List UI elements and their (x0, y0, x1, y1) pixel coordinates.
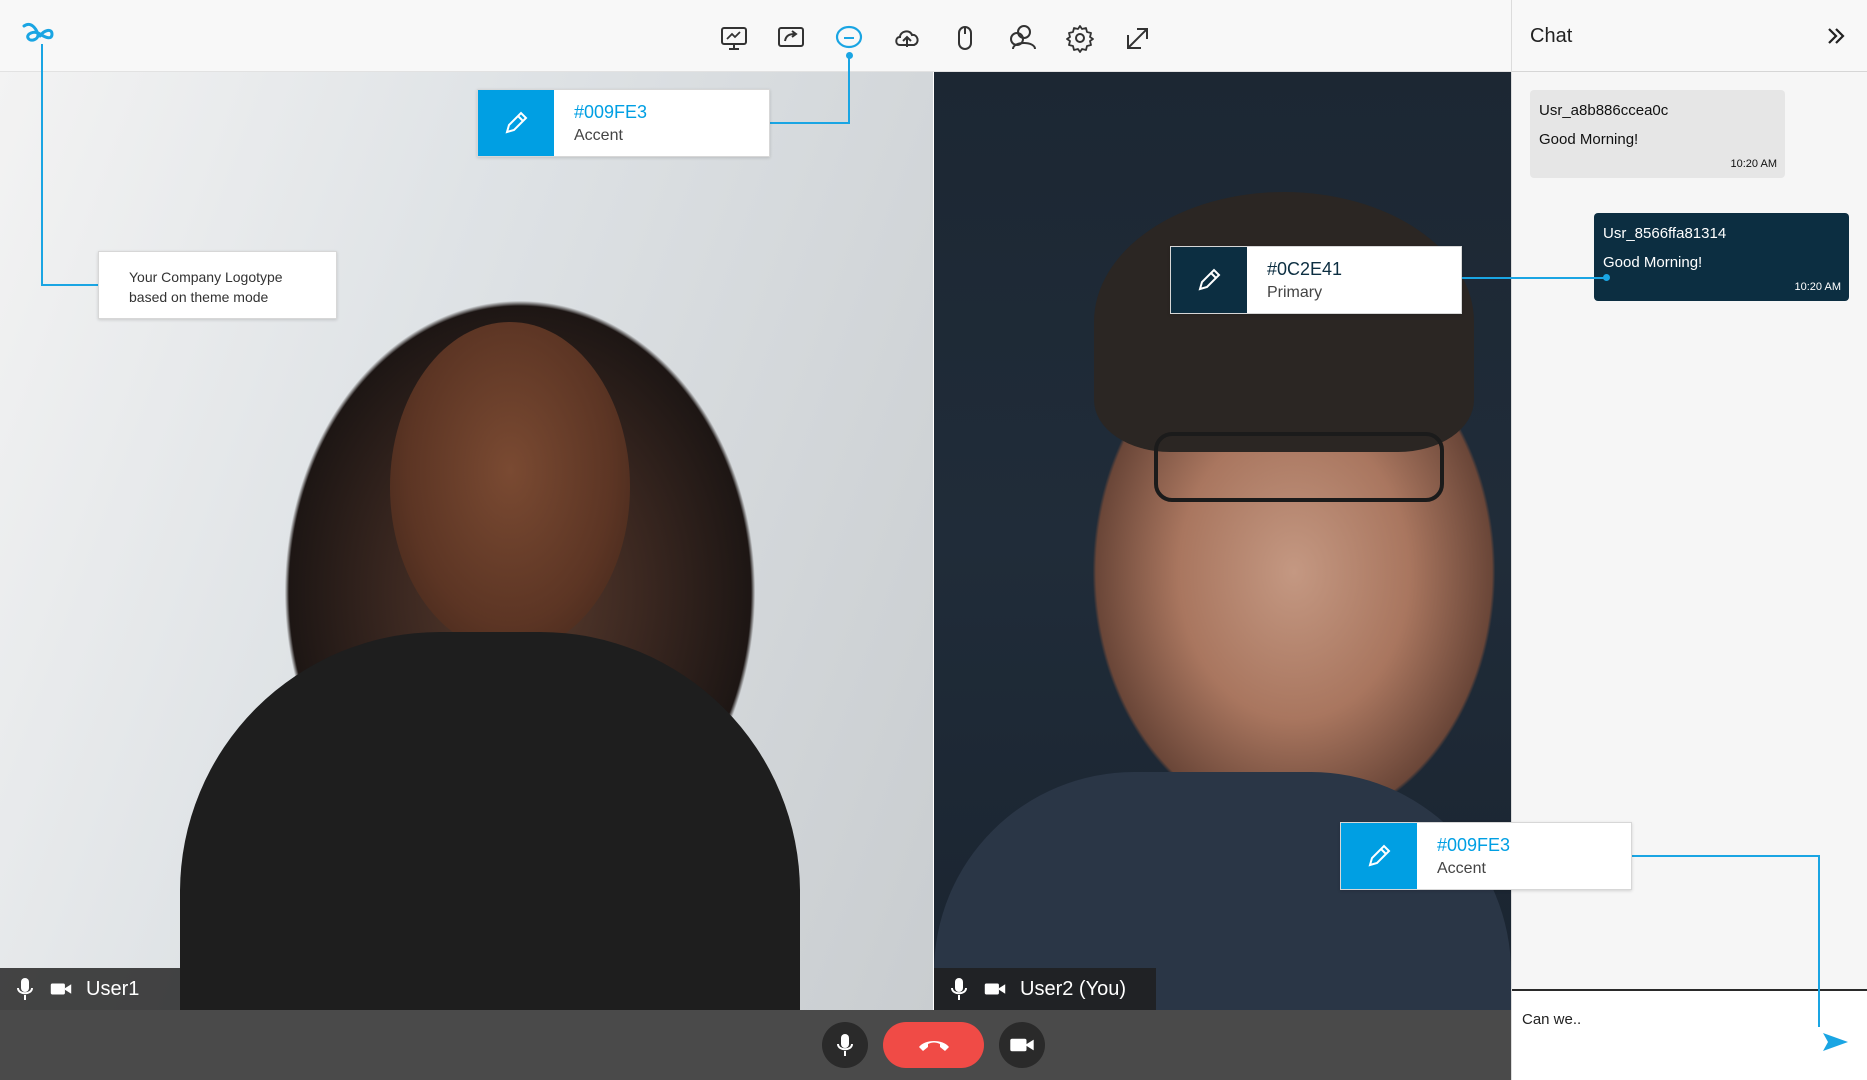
participant-hair (1094, 192, 1474, 452)
primary-color-callout: #0C2E41 Primary (1170, 246, 1462, 314)
message-sender: Usr_8566ffa81314 (1603, 225, 1727, 242)
cloud-upload-icon[interactable] (891, 22, 923, 54)
chat-message-input[interactable] (1522, 1005, 1802, 1033)
pencil-icon (1198, 268, 1221, 291)
nametag-user1: User1 (0, 968, 220, 1010)
chat-message-outgoing: Usr_8566ffa81314 Good Morning! 10:20 AM (1594, 213, 1849, 301)
call-control-bar (0, 1010, 1511, 1080)
microphone-icon[interactable] (14, 976, 36, 1002)
chat-panel: Chat Usr_a8b886ccea0c Good Morning! 10:2… (1511, 0, 1867, 1080)
annotation-dot (846, 52, 853, 59)
screen-share-icon[interactable] (775, 22, 807, 54)
chat-composer (1512, 989, 1867, 1080)
logo-annotation-note: Your Company Logotype based on theme mod… (98, 251, 337, 319)
camera-icon (1010, 1038, 1034, 1052)
send-icon[interactable] (1820, 1027, 1850, 1057)
app-root: User1 User2 (You) Chat Usr_a8b886ccea0c … (0, 0, 1867, 1080)
color-role: Accent (1437, 860, 1486, 877)
collapse-chat-icon[interactable] (1824, 24, 1848, 48)
callout-text: #009FE3 Accent (554, 90, 647, 156)
toggle-microphone-button[interactable] (822, 1022, 868, 1068)
chat-header: Chat (1512, 0, 1867, 72)
color-role: Accent (574, 127, 623, 144)
settings-icon[interactable] (1064, 22, 1096, 54)
message-time: 10:20 AM (1730, 158, 1777, 170)
pencil-icon (505, 111, 528, 134)
toggle-camera-button[interactable] (999, 1022, 1045, 1068)
edit-color-button[interactable] (1171, 247, 1247, 313)
annotation-line (1461, 277, 1607, 279)
expand-icon[interactable] (1122, 22, 1154, 54)
annotation-line (1818, 855, 1820, 1027)
chat-title: Chat (1530, 25, 1573, 47)
message-text: Good Morning! (1539, 131, 1639, 148)
pencil-icon (1368, 844, 1391, 867)
annotation-line (769, 122, 850, 124)
note-line: Your Company Logotype (129, 269, 283, 285)
color-hex: #0C2E41 (1267, 259, 1343, 279)
accent-color-callout-bottom: #009FE3 Accent (1340, 822, 1632, 890)
nametag-user2: User2 (You) (934, 968, 1156, 1010)
annotation-dot (1603, 274, 1610, 281)
mouse-icon[interactable] (949, 22, 981, 54)
chat-icon[interactable] (833, 22, 865, 54)
participant-glasses (1154, 432, 1444, 502)
video-tile-user1: User1 (0, 72, 933, 1010)
edit-color-button[interactable] (1341, 823, 1417, 889)
callout-text: #0C2E41 Primary (1247, 247, 1342, 313)
participants-icon[interactable] (1006, 22, 1038, 54)
camera-icon[interactable] (50, 976, 72, 1002)
participant-name: User1 (86, 977, 140, 1000)
annotation-line (41, 44, 43, 285)
camera-icon[interactable] (984, 976, 1006, 1002)
message-text: Good Morning! (1603, 254, 1703, 271)
color-role: Primary (1267, 284, 1323, 301)
color-hex: #009FE3 (574, 102, 648, 122)
annotation-line (1629, 855, 1820, 857)
microphone-icon (837, 1034, 853, 1056)
color-hex: #009FE3 (1437, 835, 1511, 855)
whiteboard-icon[interactable] (718, 22, 750, 54)
callout-text: #009FE3 Accent (1417, 823, 1510, 889)
edit-color-button[interactable] (478, 90, 554, 156)
participant-name: User2 (You) (1020, 977, 1126, 1000)
message-sender: Usr_a8b886ccea0c (1539, 102, 1669, 119)
note-line: based on theme mode (129, 289, 269, 305)
end-call-button[interactable] (883, 1022, 984, 1068)
microphone-icon[interactable] (948, 976, 970, 1002)
participant-video-feed (390, 322, 630, 652)
message-time: 10:20 AM (1794, 281, 1841, 293)
hang-up-icon (918, 1041, 949, 1051)
participant-shoulders (180, 632, 800, 1010)
top-toolbar (0, 0, 1511, 72)
accent-color-callout-top: #009FE3 Accent (477, 89, 770, 157)
chat-message-incoming: Usr_a8b886ccea0c Good Morning! 10:20 AM (1530, 90, 1785, 178)
company-logo-icon (18, 18, 58, 52)
annotation-line (848, 54, 850, 123)
